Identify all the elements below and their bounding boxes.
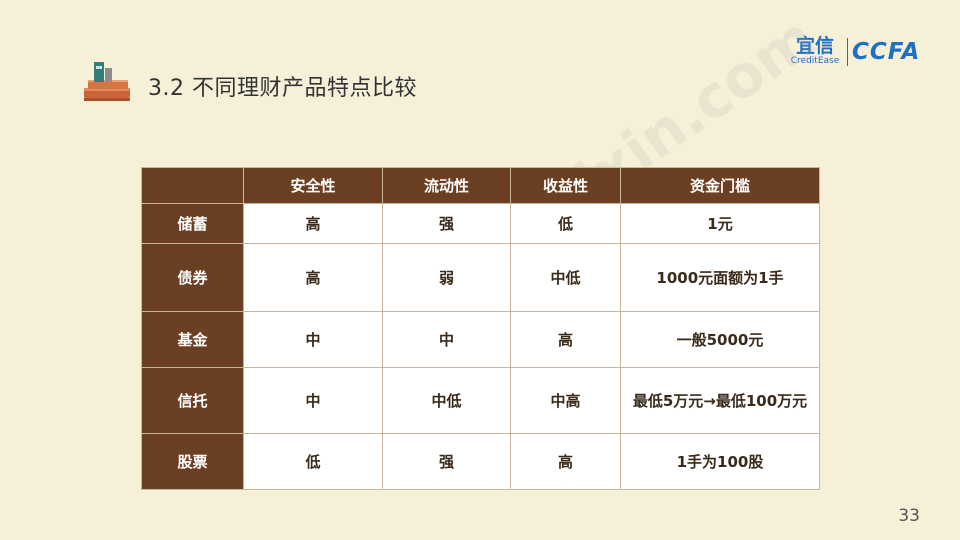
table-row: 基金 中 中 高 一般5000元 [141,311,820,368]
table-header-row: 安全性 流动性 收益性 资金门槛 [141,167,820,204]
page-number: 33 [898,506,920,526]
yixin-logo-text: 宜信 [795,35,834,57]
table-cell: 中低 [510,243,621,312]
table-cell: 1元 [620,203,820,244]
table-cell: 中低 [382,367,511,434]
comparison-table: 安全性 流动性 收益性 资金门槛 储蓄 高 强 低 1元 债券 高 弱 中低 1… [141,167,820,490]
table-cell: 弱 [382,243,511,312]
header-return: 收益性 [510,167,621,204]
table-cell: 1000元面额为1手 [620,243,820,312]
table-cell: 高 [510,433,621,490]
table-cell: 一般5000元 [620,311,820,368]
header-safety: 安全性 [243,167,383,204]
row-label: 基金 [141,311,244,368]
table-cell: 中 [243,367,383,434]
table-cell: 强 [382,433,511,490]
ccfa-logo-text: CCFA [852,39,921,65]
header-threshold: 资金门槛 [620,167,820,204]
table-row: 信托 中 中低 中高 最低5万元→最低100万元 [141,367,820,434]
table-cell: 高 [243,243,383,312]
header-liquidity: 流动性 [382,167,511,204]
row-label: 信托 [141,367,244,434]
table-cell: 强 [382,203,511,244]
row-label: 债券 [141,243,244,312]
table-row: 债券 高 弱 中低 1000元面额为1手 [141,243,820,312]
logo-divider [847,38,848,66]
table-cell: 中 [382,311,511,368]
table-cell: 高 [243,203,383,244]
table-cell: 最低5万元→最低100万元 [620,367,820,434]
table-cell: 低 [243,433,383,490]
row-label: 股票 [141,433,244,490]
table-cell: 1手为100股 [620,433,820,490]
table-row: 储蓄 高 强 低 1元 [141,203,820,244]
table-cell: 低 [510,203,621,244]
row-label: 储蓄 [141,203,244,244]
creditease-logo-text: CreditEase [790,56,840,66]
page-title: 3.2 不同理财产品特点比较 [148,76,417,101]
table-cell: 中 [243,311,383,368]
table-row: 股票 低 强 高 1手为100股 [141,433,820,490]
header-corner [141,167,244,204]
table-cell: 中高 [510,367,621,434]
table-cell: 高 [510,311,621,368]
books-icon [84,62,130,101]
